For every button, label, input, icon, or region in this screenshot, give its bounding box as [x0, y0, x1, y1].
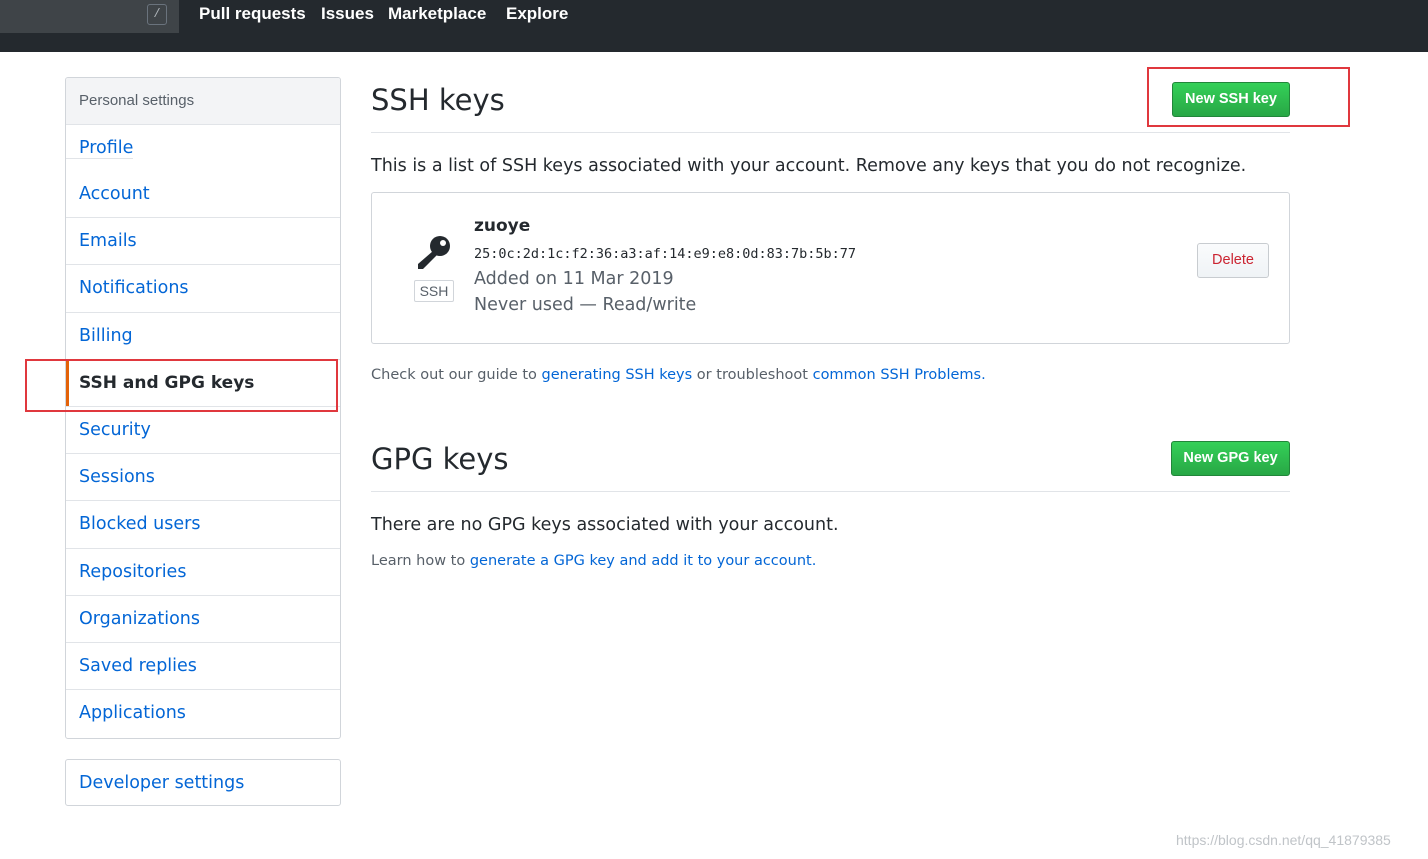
ssh-key-fingerprint: 25:0c:2d:1c:f2:36:a3:af:14:e9:e8:0d:83:7…	[474, 246, 857, 262]
gpg-learn-text: Learn how to generate a GPG key and add …	[371, 553, 816, 569]
generating-ssh-keys-link[interactable]: generating SSH keys	[542, 367, 693, 383]
gpg-section-divider	[371, 491, 1290, 492]
sidebar-item-repositories[interactable]: Repositories	[66, 549, 340, 596]
sidebar-heading: Personal settings	[66, 78, 340, 125]
sidebar-item-emails[interactable]: Emails	[66, 218, 340, 266]
search-shortcut-key: /	[147, 4, 167, 25]
nav-issues[interactable]: Issues	[321, 4, 374, 24]
sidebar-item-applications[interactable]: Applications	[66, 690, 340, 737]
sidebar-item-blocked-users[interactable]: Blocked users	[66, 501, 340, 549]
top-header: / Pull requests Issues Marketplace Explo…	[0, 0, 1428, 52]
sidebar-item-account[interactable]: Account	[66, 171, 340, 219]
search-input[interactable]: /	[0, 0, 179, 33]
ssh-section-divider	[371, 132, 1290, 133]
nav-pull-requests[interactable]: Pull requests	[199, 4, 306, 24]
ssh-guide-middle: or troubleshoot	[692, 367, 813, 383]
generate-gpg-key-link[interactable]: generate a GPG key and add it to your ac…	[470, 553, 812, 569]
new-gpg-key-button[interactable]: New GPG key	[1171, 441, 1290, 476]
key-icon	[418, 236, 450, 269]
ssh-guide-text: Check out our guide to generating SSH ke…	[371, 367, 986, 383]
ssh-guide-prefix: Check out our guide to	[371, 367, 542, 383]
ssh-key-entry: SSH zuoye 25:0c:2d:1c:f2:36:a3:af:14:e9:…	[371, 192, 1290, 344]
sidebar-item-developer-settings[interactable]: Developer settings	[65, 759, 341, 806]
sidebar-item-security[interactable]: Security	[66, 407, 340, 455]
delete-ssh-key-button[interactable]: Delete	[1197, 243, 1269, 278]
ssh-guide-suffix: .	[981, 367, 986, 383]
gpg-keys-title: GPG keys	[371, 442, 509, 476]
nav-explore[interactable]: Explore	[506, 4, 568, 24]
ssh-key-name: zuoye	[474, 216, 531, 236]
gpg-learn-suffix: .	[811, 553, 817, 569]
sidebar-item-organizations[interactable]: Organizations	[66, 596, 340, 643]
ssh-key-usage: Never used — Read/write	[474, 295, 697, 315]
ssh-keys-title: SSH keys	[371, 83, 505, 117]
gpg-empty-text: There are no GPG keys associated with yo…	[371, 515, 839, 535]
sidebar-item-notifications[interactable]: Notifications	[66, 265, 340, 313]
sidebar-item-sessions[interactable]: Sessions	[66, 454, 340, 502]
gpg-learn-prefix: Learn how to	[371, 553, 470, 569]
sidebar-item-billing[interactable]: Billing	[66, 313, 340, 360]
sidebar-item-profile[interactable]: Profile	[66, 138, 134, 159]
ssh-badge: SSH	[414, 280, 454, 302]
ssh-key-added-date: Added on 11 Mar 2019	[474, 269, 674, 289]
common-ssh-problems-link[interactable]: common SSH Problems	[813, 367, 982, 383]
highlight-ssh-gpg-item	[25, 359, 338, 412]
sidebar-item-saved-replies[interactable]: Saved replies	[66, 643, 340, 691]
ssh-intro-text: This is a list of SSH keys associated wi…	[371, 156, 1247, 176]
highlight-new-ssh-key	[1147, 67, 1350, 127]
watermark: https://blog.csdn.net/qq_41879385	[1176, 832, 1391, 848]
nav-marketplace[interactable]: Marketplace	[388, 4, 486, 24]
